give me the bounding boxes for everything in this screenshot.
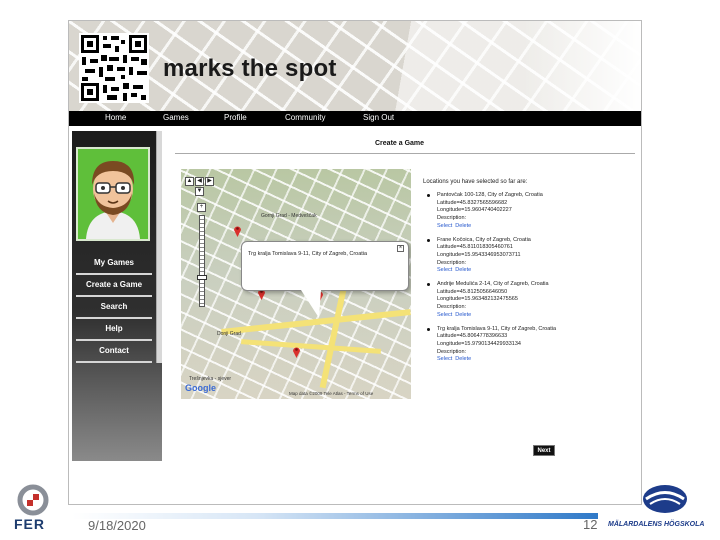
slide-page-number: 12	[583, 517, 598, 532]
sidebar-item-my-games[interactable]: My Games	[76, 253, 152, 275]
page-title: Create a Game	[375, 140, 425, 147]
sidebar-menu: My Games Create a Game Search Help Conta…	[76, 253, 152, 363]
nav-sign-out[interactable]: Sign Out	[363, 113, 394, 122]
select-link[interactable]: Select	[437, 223, 452, 229]
map-pin-icon[interactable]	[292, 345, 301, 358]
zoom-in-icon[interactable]: +	[197, 203, 206, 212]
list-item: Pantovčak 100-128, City of Zagreb, Croat…	[423, 192, 633, 231]
location-address: Frane Kočoica, City of Zagreb, Croatia	[437, 236, 531, 243]
location-actions: Select Delete	[437, 356, 633, 364]
location-description: Description:	[437, 215, 467, 222]
list-item: Frane Kočoica, City of Zagreb, Croatia L…	[423, 237, 633, 276]
location-actions: Select Delete	[437, 223, 633, 231]
zoom-slider-handle[interactable]	[197, 275, 207, 280]
pan-right-icon[interactable]: ▶	[205, 177, 214, 186]
nav-community[interactable]: Community	[285, 113, 325, 122]
sidebar: My Games Create a Game Search Help Conta…	[72, 131, 162, 461]
nav-home[interactable]: Home	[105, 113, 126, 122]
nav-profile[interactable]: Profile	[224, 113, 247, 122]
nav-games[interactable]: Games	[163, 113, 189, 122]
map-road	[240, 339, 382, 354]
title-divider	[175, 153, 635, 154]
map-label-donji-grad: Donji Grad	[217, 331, 241, 337]
footer-bar	[72, 513, 598, 519]
zoom-slider[interactable]	[199, 215, 205, 307]
header-banner: marks the spot	[69, 21, 641, 111]
sidebar-item-contact[interactable]: Contact	[76, 341, 152, 363]
delete-link[interactable]: Delete	[455, 312, 471, 318]
delete-link[interactable]: Delete	[455, 356, 471, 362]
slide: marks the spot Home Games Profile Commun…	[0, 0, 720, 540]
avatar	[76, 147, 150, 241]
select-link[interactable]: Select	[437, 267, 452, 273]
map-zoom-control: ▲ ◀ ▶ ▼ +	[185, 177, 221, 307]
slide-date: 9/18/2020	[88, 518, 146, 533]
qr-code-icon	[79, 33, 149, 103]
map-label-gornji-grad: Gornji Grad - Medveščak	[261, 213, 317, 219]
location-latitude: Latitude=45.811018305460761	[437, 244, 513, 251]
pan-up-icon[interactable]: ▲	[185, 177, 194, 186]
mdh-logo-icon	[643, 485, 687, 513]
next-button[interactable]: Next	[533, 445, 555, 456]
map-info-window: Trg kralja Tomislava 9-11, City of Zagre…	[241, 241, 409, 291]
map-label-tresnjevka: Trešnjevka - sjever	[189, 376, 232, 382]
banner-fade	[523, 21, 641, 111]
google-logo: Google	[185, 383, 216, 393]
top-nav: Home Games Profile Community Sign Out	[69, 111, 641, 126]
list-item: Andrije Medulića 2-14, City of Zagreb, C…	[423, 281, 633, 320]
location-longitude: Longitude=15.963482132475565	[437, 296, 518, 303]
location-latitude: Latitude=45.8327565596682	[437, 199, 508, 206]
sidebar-item-create-a-game[interactable]: Create a Game	[76, 275, 152, 297]
location-longitude: Longitude=15.9790134429933134	[437, 340, 521, 347]
location-longitude: Longitude=15.9604740402227	[437, 207, 512, 214]
locations-list: Locations you have selected so far are: …	[423, 179, 633, 370]
map-view[interactable]: ▲ ◀ ▶ ▼ + Gornji Grad - Medveščak Donji …	[181, 169, 411, 399]
location-address: Trg kralja Tomislava 9-11, City of Zagre…	[437, 325, 557, 332]
list-item: Trg kralja Tomislava 9-11, City of Zagre…	[423, 326, 633, 365]
location-latitude: Latitude=45.8064778396633	[437, 333, 508, 340]
location-address: Andrije Medulića 2-14, City of Zagreb, C…	[437, 281, 549, 288]
location-description: Description:	[437, 348, 467, 355]
info-window-text: Trg kralja Tomislava 9-11, City of Zagre…	[248, 251, 368, 257]
app-screenshot: marks the spot Home Games Profile Commun…	[68, 20, 642, 505]
map-pin-icon[interactable]	[233, 224, 242, 237]
map-copyright: Map data ©2009 Tele Atlas - Terms of Use	[289, 391, 374, 396]
sidebar-item-search[interactable]: Search	[76, 297, 152, 319]
delete-link[interactable]: Delete	[455, 223, 471, 229]
locations-heading: Locations you have selected so far are:	[423, 179, 528, 185]
location-description: Description:	[437, 304, 467, 311]
mdh-logo-text: MÄLARDALENS HÖGSKOLA	[608, 521, 705, 528]
location-address: Pantovčak 100-128, City of Zagreb, Croat…	[437, 192, 543, 198]
close-icon[interactable]: ×	[397, 245, 404, 252]
delete-link[interactable]: Delete	[455, 267, 471, 273]
info-window-tail	[301, 290, 321, 318]
location-actions: Select Delete	[437, 312, 633, 320]
location-description: Description:	[437, 259, 467, 266]
location-latitude: Latitude=45.8125056646050	[437, 288, 508, 295]
location-longitude: Longitude=15.9543346953073711	[437, 251, 521, 258]
select-link[interactable]: Select	[437, 356, 452, 362]
avatar-illustration	[78, 149, 148, 239]
location-actions: Select Delete	[437, 267, 633, 275]
sidebar-item-help[interactable]: Help	[76, 319, 152, 341]
qr-code-graphic	[79, 33, 149, 103]
pan-left-icon[interactable]: ◀	[195, 177, 204, 186]
brand-title: marks the spot	[163, 55, 337, 82]
pan-down-icon[interactable]: ▼	[195, 187, 204, 196]
select-link[interactable]: Select	[437, 312, 452, 318]
fer-logo-text: FER	[14, 516, 45, 532]
sidebar-scrollbar[interactable]	[156, 131, 162, 363]
main-content: Create a Game ▲ ◀ ▶ ▼ + Gornji Grad - Me…	[175, 131, 635, 471]
